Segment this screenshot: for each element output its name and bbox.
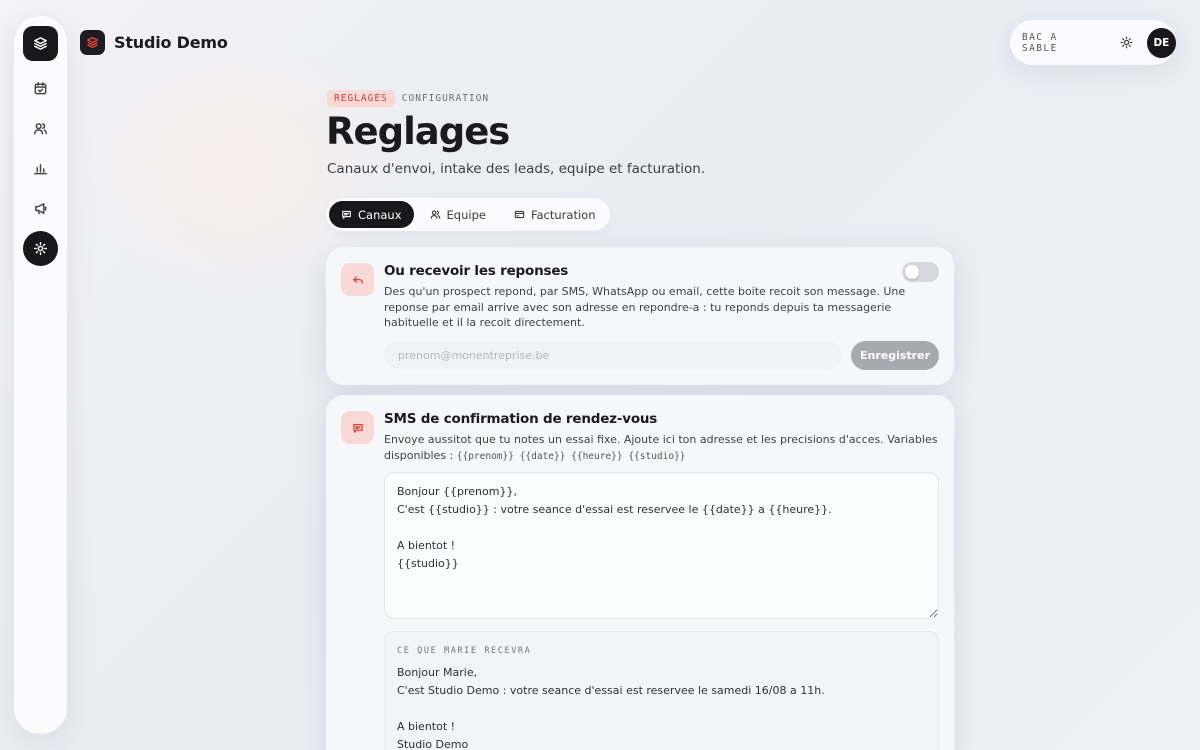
settings-tabs: Canaux Equipe Facturation [326,198,611,231]
reply-toggle[interactable] [902,262,939,282]
breadcrumb: REGLAGES CONFIGURATION [327,90,489,107]
message-icon [352,423,363,433]
sidebar-item-campaigns[interactable] [23,191,58,226]
bar-chart-icon [34,164,47,175]
tab-facturation[interactable]: Facturation [502,201,608,228]
sidebar-item-settings[interactable] [23,231,58,266]
tab-label: Facturation [530,207,596,222]
reply-settings-card: Ou recevoir les reponses Des qu'un prosp… [326,247,954,385]
sidebar-item-home[interactable] [23,26,58,61]
sidebar-item-calendar[interactable] [23,71,58,106]
reply-email-input[interactable] [384,341,842,369]
preview-line: Bonjour Marie, [397,666,478,679]
megaphone-icon [35,203,47,215]
card-title: SMS de confirmation de rendez-vous [384,411,658,427]
users-icon [430,210,440,219]
sidebar-item-stats[interactable] [23,151,58,186]
gear-icon [33,241,48,256]
card-description: Envoye aussitot que tu notes un essai fi… [384,432,944,464]
preview-line: Studio Demo [397,738,469,750]
sidebar [14,16,67,734]
preview-label: CE QUE MARIE RECEVRA [397,646,532,656]
preview-line [397,700,926,718]
card-icon-box [341,263,374,296]
sandbox-badge: BAC A SABLE [1022,31,1058,54]
template-variables: {{prenom}} {{date}} {{heure}} {{studio}} [456,450,686,462]
card-description: Des qu'un prospect repond, par SMS, What… [384,285,906,329]
brand[interactable]: Studio Demo [80,30,228,55]
avatar[interactable]: DE [1146,27,1176,58]
brand-logo [80,30,105,55]
card-icon-box [341,411,374,444]
tab-label: Canaux [358,207,402,222]
tab-label: Equipe [446,207,486,222]
preview-line: C'est Studio Demo : votre seance d'essai… [397,684,825,697]
sms-confirmation-card: SMS de confirmation de rendez-vous Envoy… [326,395,954,750]
card-icon [514,210,525,219]
page-subtitle: Canaux d'envoi, intake des leads, equipe… [327,161,706,177]
breadcrumb-tag: REGLAGES [327,90,395,107]
card-title: Ou recevoir les reponses [384,263,569,279]
calendar-icon [34,82,47,95]
users-icon [33,123,48,135]
layers-icon [86,36,99,49]
layers-icon [34,37,47,50]
tab-equipe[interactable]: Equipe [418,201,498,228]
breadcrumb-section: CONFIGURATION [401,93,490,104]
sms-preview: CE QUE MARIE RECEVRA Bonjour Marie, C'es… [384,631,939,750]
sun-icon [1120,36,1132,49]
preview-line: A bientot ! [397,720,456,733]
tab-canaux[interactable]: Canaux [329,201,414,228]
brand-name: Studio Demo [114,33,228,52]
sidebar-item-users[interactable] [23,111,58,146]
message-icon [342,210,351,219]
page-title: Reglages [326,110,510,153]
reply-icon [352,275,363,284]
save-button[interactable]: Enregistrer [851,341,939,370]
top-actions: BAC A SABLE DE [1010,20,1176,65]
sms-template-textarea[interactable] [384,472,939,619]
theme-toggle-button[interactable] [1117,34,1135,52]
